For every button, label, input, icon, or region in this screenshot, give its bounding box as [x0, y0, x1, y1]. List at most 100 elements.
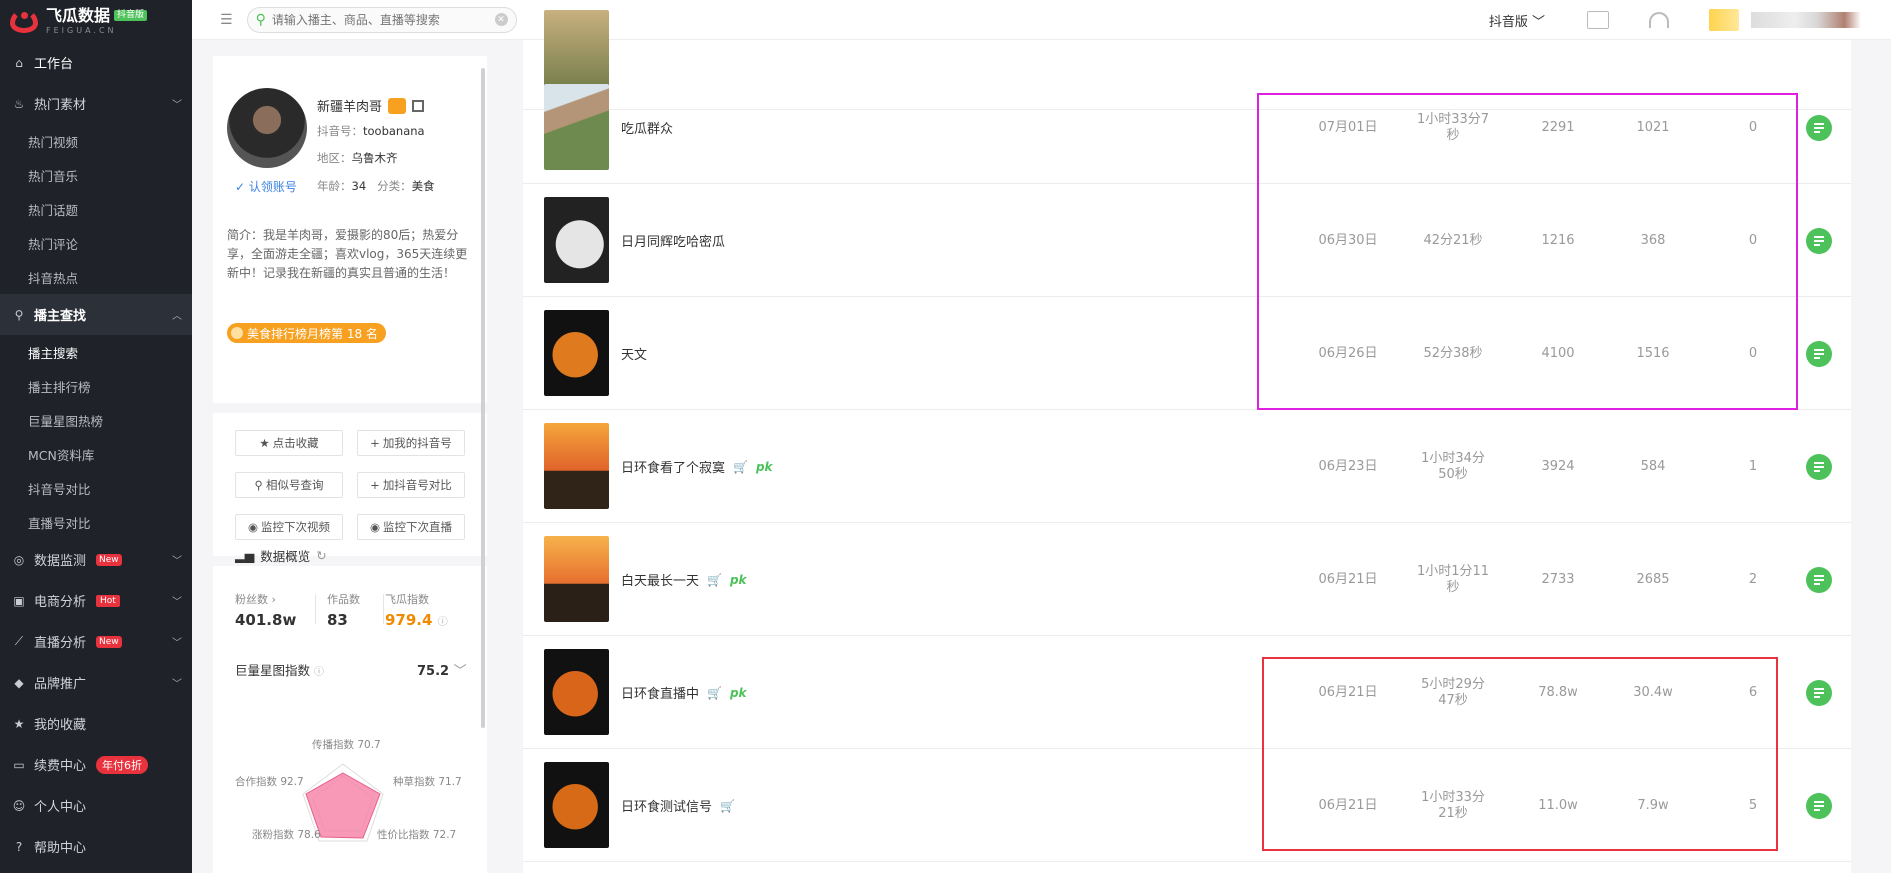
- diamond-icon: ◆: [14, 675, 24, 690]
- nav-sub-item[interactable]: 热门音乐: [0, 158, 192, 192]
- menu-toggle-icon[interactable]: ☰: [220, 12, 233, 28]
- plus-icon: +: [370, 478, 380, 492]
- row-title[interactable]: 日月同辉吃哈密瓜: [621, 231, 725, 250]
- chevron-down-icon: ﹀: [453, 664, 467, 679]
- similar-search-button[interactable]: ⚲ 相似号查询: [235, 472, 343, 498]
- new-badge: New: [96, 553, 122, 566]
- profile-name: 新疆羊肉哥: [317, 100, 383, 115]
- home-icon: ⌂: [15, 55, 23, 70]
- row-title[interactable]: 吃瓜群众: [621, 118, 673, 137]
- detail-icon[interactable]: [1806, 341, 1832, 367]
- row-title[interactable]: 日环食直播中: [621, 683, 699, 702]
- pk-link[interactable]: pk: [756, 460, 773, 474]
- table-row[interactable]: 日环食看了个寂寞 🛒 pk 06月23日 1小时34分 50秒 3924 584 1: [523, 410, 1851, 523]
- search-box[interactable]: ⚲ ✕: [246, 6, 517, 33]
- detail-icon[interactable]: [1806, 793, 1832, 819]
- row-thumbnail[interactable]: [544, 536, 609, 622]
- claim-account-link[interactable]: ✓ 认领账号: [235, 178, 297, 195]
- pk-link[interactable]: pk: [730, 573, 747, 587]
- panel-scrollbar[interactable]: [481, 68, 485, 728]
- cart-icon[interactable]: 🛒: [733, 460, 748, 474]
- detail-icon[interactable]: [1806, 567, 1832, 593]
- nav-streamer-search[interactable]: ⚲ 播主查找 ︿: [0, 294, 192, 335]
- user-icon: ☺: [12, 798, 26, 813]
- row-title[interactable]: 白天最长一天: [621, 570, 699, 589]
- search-icon: ⚲: [255, 11, 266, 28]
- row-metric-b: 2685: [1636, 571, 1670, 587]
- nav-favorites[interactable]: ★ 我的收藏: [0, 703, 192, 744]
- nav-sub-item[interactable]: MCN资料库: [0, 437, 192, 471]
- nav-ecom[interactable]: ▣ 电商分析 Hot ﹀: [0, 580, 192, 621]
- monitor-video-button[interactable]: ◉ 监控下次视频: [235, 514, 343, 540]
- row-title[interactable]: 日环食测试信号: [621, 796, 712, 815]
- detail-icon[interactable]: [1806, 454, 1832, 480]
- nav-sub-item[interactable]: 播主搜索: [0, 335, 192, 369]
- chevron-down-icon: ﹀: [172, 100, 182, 111]
- rank-badge[interactable]: 美食排行榜月榜第 18 名: [227, 323, 386, 343]
- nav-sub-item[interactable]: 抖音热点: [0, 260, 192, 294]
- fans-stat[interactable]: 粉丝数 › 401.8w: [235, 591, 296, 629]
- nav-renew[interactable]: ▭ 续费中心 年付6折: [0, 744, 192, 785]
- cart-icon[interactable]: 🛒: [707, 686, 722, 700]
- table-row[interactable]: 白天最长一天 🛒 pk 06月21日 1小时1分11 秒 2733 2685 2: [523, 523, 1851, 636]
- row-thumbnail[interactable]: [544, 423, 609, 509]
- clear-icon[interactable]: ✕: [494, 13, 508, 26]
- nav-personal[interactable]: ☺ 个人中心: [0, 785, 192, 826]
- nav-sub-item[interactable]: 直播号对比: [0, 505, 192, 539]
- brand-subtitle: FEIGUA.CN: [46, 25, 117, 35]
- row-title[interactable]: 天文: [621, 344, 647, 363]
- radar-spread: 传播指数 70.7: [312, 739, 381, 751]
- douyin-id: 抖音号：toobanana: [317, 124, 425, 138]
- shop-icon[interactable]: [388, 97, 407, 114]
- nav-data-monitor[interactable]: ◎ 数据监测 New ﹀: [0, 539, 192, 580]
- nav-live[interactable]: ⟋ 直播分析 New ﹀: [0, 621, 192, 662]
- monitor-live-button[interactable]: ◉ 监控下次直播: [357, 514, 465, 540]
- live-icon: ⟋: [14, 634, 24, 648]
- search-input[interactable]: [271, 12, 489, 27]
- hot-badge: Hot: [96, 594, 120, 607]
- nav-brand-promo[interactable]: ◆ 品牌推广 ﹀: [0, 662, 192, 703]
- help-icon: ?: [15, 839, 23, 854]
- profile-avatar: [227, 88, 307, 168]
- nav-sub-item[interactable]: 巨量星图热榜: [0, 403, 192, 437]
- add-douyin-button[interactable]: + 加我的抖音号: [357, 430, 465, 456]
- nav-hot-material-label: 热门素材: [34, 98, 87, 113]
- new-badge: New: [96, 635, 122, 648]
- nav-sub-item[interactable]: 热门评论: [0, 226, 192, 260]
- row-thumbnail[interactable]: [544, 762, 609, 848]
- cart-icon[interactable]: 🛒: [707, 573, 722, 587]
- nav-sub-item[interactable]: 抖音号对比: [0, 471, 192, 505]
- profile-bio: 简介：我是羊肉哥，爱摄影的80后；热爱分享，全面游走全疆；喜欢vlog，365天…: [227, 228, 468, 280]
- star-icon: ★: [13, 716, 25, 731]
- brand-logo[interactable]: 飞瓜数据 抖音版 FEIGUA.CN: [0, 0, 192, 42]
- pk-link[interactable]: pk: [730, 686, 747, 700]
- nav-help[interactable]: ? 帮助中心: [0, 826, 192, 867]
- brand-title: 飞瓜数据: [46, 5, 111, 25]
- qrcode-icon[interactable]: [412, 99, 425, 112]
- row-metric-c: 2: [1748, 571, 1758, 587]
- row-metric-b: 584: [1640, 458, 1666, 474]
- row-title[interactable]: 日环食看了个寂寞: [621, 457, 725, 476]
- nav-workbench[interactable]: ⌂ 工作台: [0, 42, 192, 83]
- row-thumbnail[interactable]: [544, 310, 609, 396]
- nav-sub-item[interactable]: 热门话题: [0, 192, 192, 226]
- nav-sub-item[interactable]: 热门视频: [0, 124, 192, 158]
- detail-icon[interactable]: [1806, 228, 1832, 254]
- nav-hot-material[interactable]: ♨ 热门素材 ﹀: [0, 83, 192, 124]
- detail-icon[interactable]: [1806, 680, 1832, 706]
- info-icon: ⓘ: [314, 667, 324, 678]
- cart-icon[interactable]: 🛒: [720, 799, 735, 813]
- row-metric-a: 2733: [1541, 571, 1575, 587]
- highlight-box-red: [1262, 657, 1778, 851]
- star-index-value[interactable]: 75.2 ﹀: [417, 660, 467, 679]
- detail-icon[interactable]: [1806, 115, 1832, 141]
- row-thumbnail[interactable]: [544, 197, 609, 283]
- row-date: 06月21日: [1318, 571, 1378, 587]
- row-thumbnail[interactable]: [544, 84, 609, 170]
- add-compare-button[interactable]: + 加抖音号对比: [357, 472, 465, 498]
- row-thumbnail[interactable]: [544, 649, 609, 735]
- refresh-icon[interactable]: ↻: [316, 548, 326, 563]
- favorite-button[interactable]: ★ 点击收藏: [235, 430, 343, 456]
- nav-sub-item[interactable]: 播主排行榜: [0, 369, 192, 403]
- feigua-logo-icon: [10, 9, 38, 33]
